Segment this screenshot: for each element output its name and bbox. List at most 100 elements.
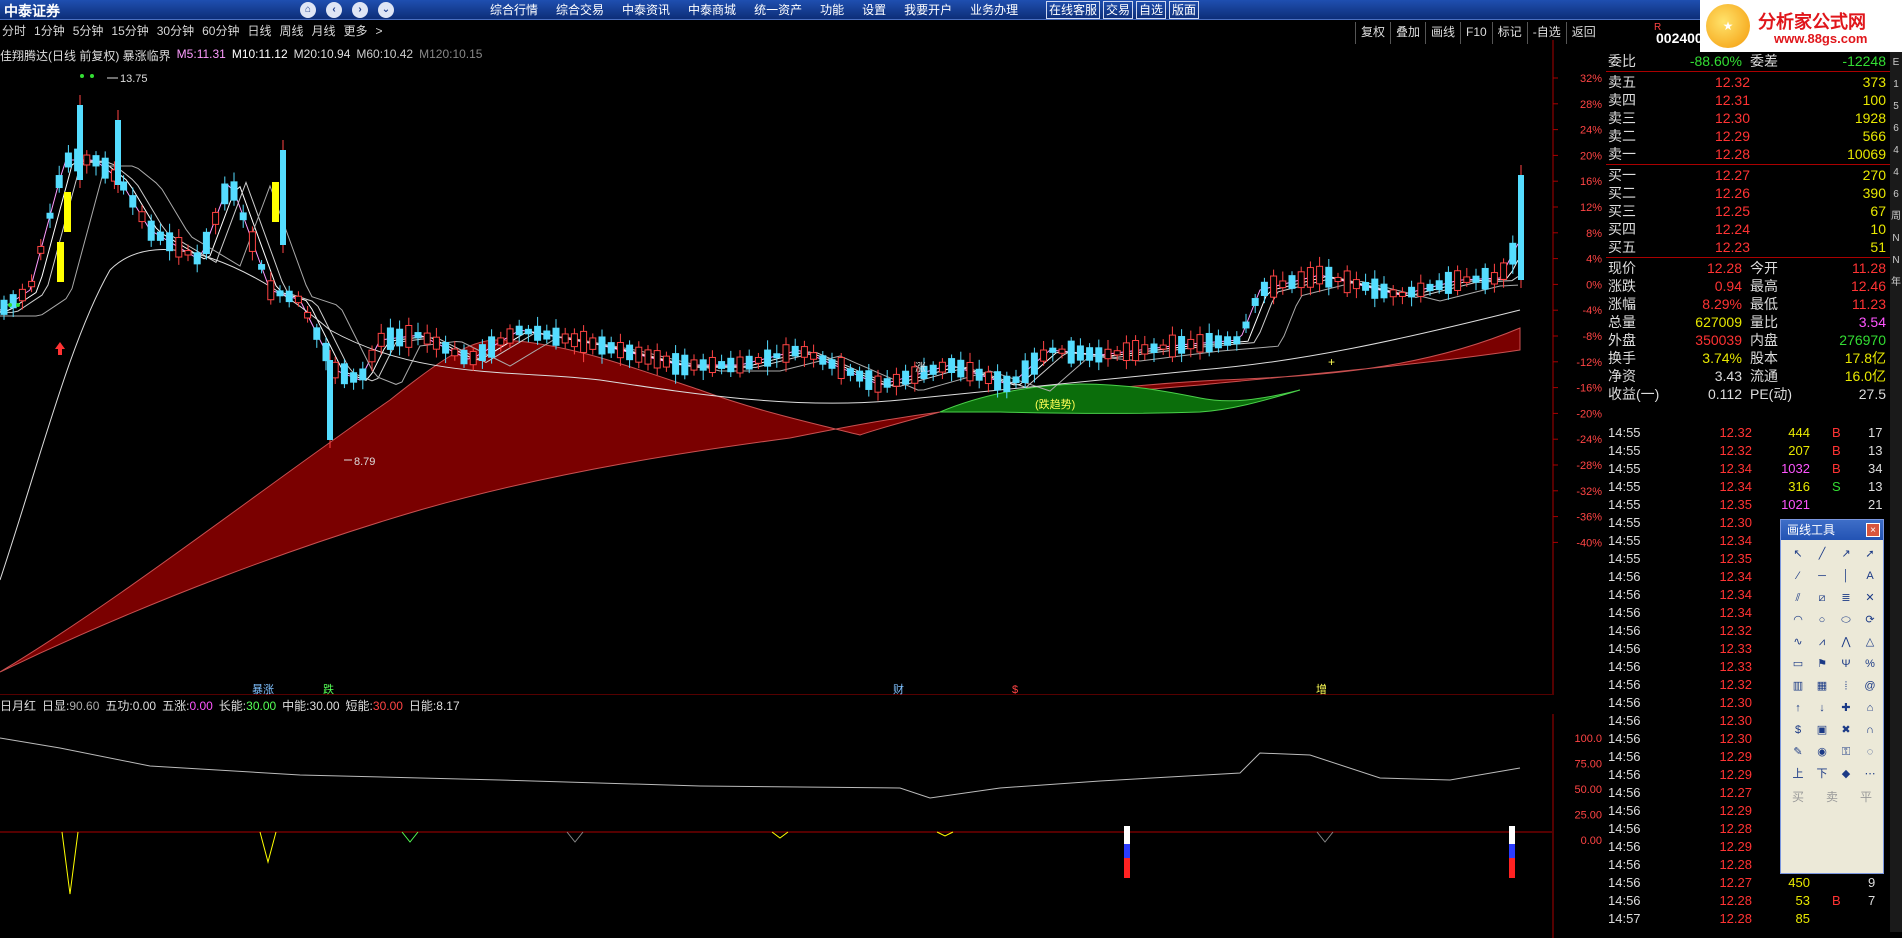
menu-item-6[interactable]: 设置 <box>862 0 886 20</box>
period-tab-1[interactable]: 1分钟 <box>34 22 65 40</box>
menu-item-7[interactable]: 我要开户 <box>904 0 952 20</box>
close-pos-icon[interactable]: ◆ <box>1835 764 1857 784</box>
note-icon[interactable]: ✎ <box>1787 742 1809 762</box>
brand-logo: ★ 分析家公式网 www.88gs.com <box>1700 0 1902 52</box>
spiral-icon[interactable]: @ <box>1859 676 1881 696</box>
right-strip-item[interactable]: 年 <box>1890 272 1902 294</box>
eye-icon[interactable]: ◉ <box>1811 742 1833 762</box>
wave-icon[interactable]: ∿ <box>1787 632 1809 652</box>
right-strip-item[interactable]: 1 <box>1890 74 1902 96</box>
right-strip-item[interactable]: 6 <box>1890 184 1902 206</box>
menu-item-2[interactable]: 中泰资讯 <box>622 0 670 20</box>
right-strip-item[interactable]: 4 <box>1890 162 1902 184</box>
period-tab-9[interactable]: 更多 <box>344 22 368 40</box>
label-icon[interactable]: ⌂ <box>1859 698 1881 718</box>
sell-icon[interactable]: 下 <box>1811 764 1833 784</box>
indicator-y-axis: 100.0 75.00 50.00 25.00 0.00 <box>1552 714 1602 938</box>
right-strip-item[interactable]: E <box>1890 52 1902 74</box>
triangle-icon[interactable]: △ <box>1859 632 1881 652</box>
period-tab-0[interactable]: 分时 <box>2 22 26 40</box>
right-strip-item[interactable]: 5 <box>1890 96 1902 118</box>
right-strip-item[interactable]: N <box>1890 250 1902 272</box>
hide-icon[interactable]: ◌ <box>1859 742 1881 762</box>
buy-tool[interactable]: 买 <box>1792 788 1804 805</box>
lock-icon[interactable]: ⚿ <box>1835 742 1857 762</box>
ellipse-icon[interactable]: ⬭ <box>1835 610 1857 630</box>
menu-item-8[interactable]: 业务办理 <box>970 0 1018 20</box>
menu-item-1[interactable]: 综合交易 <box>556 0 604 20</box>
menu-item-3[interactable]: 中泰商城 <box>688 0 736 20</box>
period-tab-2[interactable]: 5分钟 <box>73 22 104 40</box>
sell-tool[interactable]: 卖 <box>1826 788 1838 805</box>
tick-count: 13 <box>1868 443 1883 458</box>
pattern-icon[interactable]: ⋀ <box>1835 632 1857 652</box>
price-icon[interactable]: $ <box>1787 720 1809 740</box>
zigzag-icon[interactable]: ⩘ <box>1811 632 1833 652</box>
right-strip-item[interactable]: 6 <box>1890 118 1902 140</box>
text-icon[interactable]: A <box>1859 566 1881 586</box>
arrow-line-icon[interactable]: ➚ <box>1859 544 1881 564</box>
candle-body <box>147 220 155 241</box>
kline-chart[interactable]: 13.75 8.79 暴涨 跌 财 $ 增 涨 (跌趋势) + <box>0 40 1552 695</box>
period-tab-8[interactable]: 月线 <box>312 22 336 40</box>
quick-button-2[interactable]: 自选 <box>1136 1 1167 19</box>
period-tab-6[interactable]: 日线 <box>247 22 271 40</box>
channel-icon[interactable]: ⧄ <box>1811 588 1833 608</box>
close-position-tool[interactable]: 平 <box>1860 788 1872 805</box>
gann-icon[interactable]: ✕ <box>1859 588 1881 608</box>
close-icon[interactable]: × <box>1866 523 1880 537</box>
cross-icon[interactable]: ✚ <box>1835 698 1857 718</box>
down-icon[interactable]: ⌄ <box>378 2 394 18</box>
menu-item-0[interactable]: 综合行情 <box>490 0 538 20</box>
menu-item-4[interactable]: 统一资产 <box>754 0 802 20</box>
down-arrow-icon[interactable]: ↓ <box>1811 698 1833 718</box>
pitchfork-icon[interactable]: Ψ <box>1835 654 1857 674</box>
right-strip-item[interactable]: N <box>1890 228 1902 250</box>
period-tab-5[interactable]: 60分钟 <box>202 22 239 40</box>
period-icon[interactable]: ⦙ <box>1835 676 1857 696</box>
buy-icon[interactable]: 上 <box>1787 764 1809 784</box>
line-icon[interactable]: ╱ <box>1811 544 1833 564</box>
hline-icon[interactable]: ─ <box>1811 566 1833 586</box>
quick-button-3[interactable]: 版面 <box>1169 1 1200 19</box>
flag-icon[interactable]: ⚑ <box>1811 654 1833 674</box>
delete-icon[interactable]: ✖ <box>1835 720 1857 740</box>
period-tab-4[interactable]: 30分钟 <box>157 22 194 40</box>
home-icon[interactable]: ⌂ <box>300 2 316 18</box>
grid-icon[interactable]: ▦ <box>1811 676 1833 696</box>
candle-body <box>736 356 744 374</box>
right-strip-item[interactable]: 周 <box>1890 206 1902 228</box>
menu-item-5[interactable]: 功能 <box>820 0 844 20</box>
tick-side: B <box>1832 893 1841 908</box>
period-tab-10[interactable]: > <box>376 22 383 40</box>
fib-icon[interactable]: ≣ <box>1835 588 1857 608</box>
up-arrow-icon[interactable]: ↑ <box>1787 698 1809 718</box>
order-volume: 51 <box>1870 239 1886 255</box>
drawing-tool-window[interactable]: 画线工具 × ↖ ╱ ↗ ➚ ⁄ ─ │ A ⫽ ⧄ ≣ ✕ ◠ ○ ⬭ ⟳ ∿ ⩘ ⋀ △ ▭ ⚑ Ψ% ▥ ▦ ⦙ @ ↑ ↓ ✚ ⌂ $… <box>1780 519 1884 874</box>
segment-icon[interactable]: ⁄ <box>1787 566 1809 586</box>
more-icon[interactable]: ⋯ <box>1859 764 1881 784</box>
arc-icon[interactable]: ◠ <box>1787 610 1809 630</box>
quick-button-1[interactable]: 交易 <box>1103 1 1134 19</box>
cycle-icon[interactable]: ⟳ <box>1859 610 1881 630</box>
vol-icon[interactable]: ▥ <box>1787 676 1809 696</box>
right-strip-item[interactable]: 4 <box>1890 140 1902 162</box>
order-price: 12.30 <box>1714 110 1750 126</box>
ratio-icon[interactable]: % <box>1859 654 1881 674</box>
parallel-icon[interactable]: ⫽ <box>1787 588 1809 608</box>
cursor-icon[interactable]: ↖ <box>1787 544 1809 564</box>
back-icon[interactable]: ‹ <box>326 2 342 18</box>
magnet-icon[interactable]: ∩ <box>1859 720 1881 740</box>
forward-icon[interactable]: › <box>352 2 368 18</box>
ray-icon[interactable]: ↗ <box>1835 544 1857 564</box>
box-icon[interactable]: ▣ <box>1811 720 1833 740</box>
quick-button-0[interactable]: 在线客服 <box>1046 1 1101 19</box>
rect-icon[interactable]: ▭ <box>1787 654 1809 674</box>
circle-icon[interactable]: ○ <box>1811 610 1833 630</box>
vline-icon[interactable]: │ <box>1835 566 1857 586</box>
stat-value: 12.28 <box>1706 260 1742 276</box>
indicator-chart[interactable] <box>0 714 1552 938</box>
period-tab-3[interactable]: 15分钟 <box>111 22 148 40</box>
period-tab-7[interactable]: 周线 <box>279 22 303 40</box>
tick-row: 14:55 12.32 207 B 13 <box>1606 442 1890 460</box>
